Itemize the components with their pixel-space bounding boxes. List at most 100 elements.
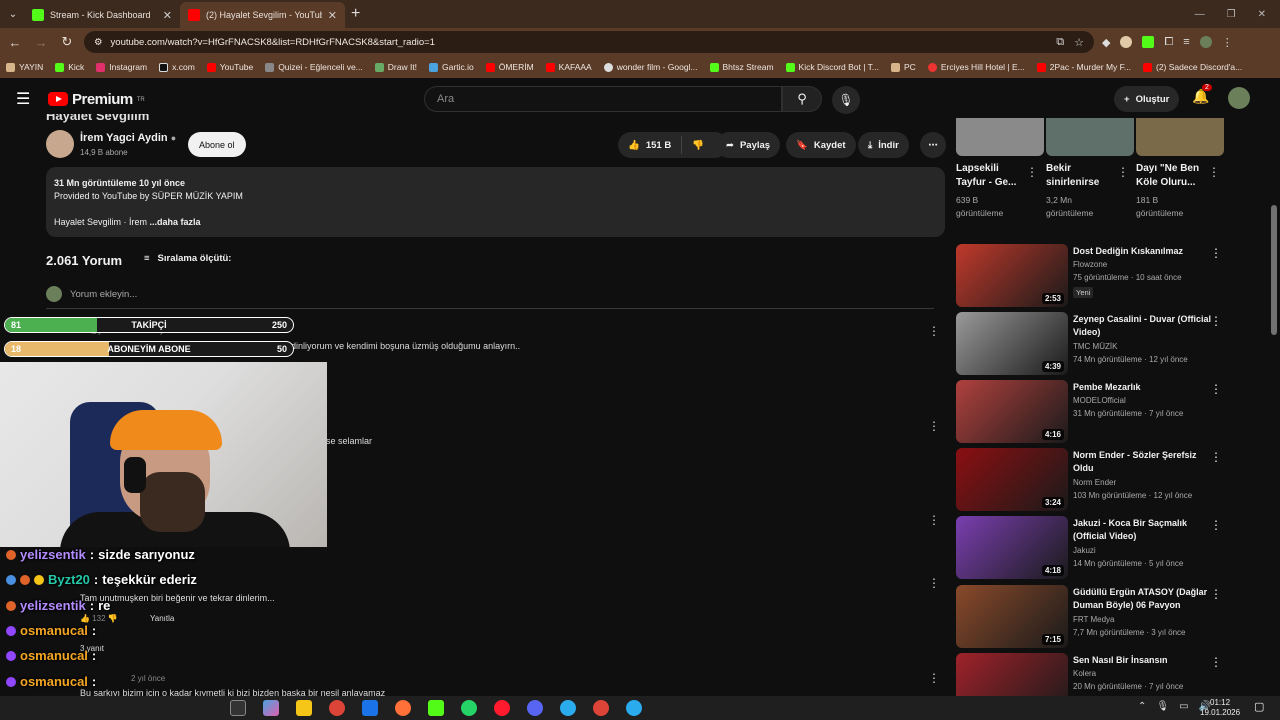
cast-icon[interactable]: ⧉	[1056, 36, 1064, 49]
maximize-icon[interactable]: ❐	[1227, 9, 1236, 20]
opera-icon[interactable]	[494, 700, 510, 716]
bookmark-item[interactable]: wonder film - Googl...	[603, 62, 698, 72]
channel-name[interactable]: İrem Yagci Aydin ●	[80, 132, 176, 144]
recommended-video[interactable]: 4:18 Jakuzi - Koca Bir Saçmalık (Official…	[956, 516, 1226, 580]
tab-search-icon[interactable]: ⌄	[2, 3, 24, 25]
bookmark-item[interactable]: (2) Sadece Discord'a...	[1143, 62, 1242, 72]
profile-avatar[interactable]	[1199, 36, 1212, 48]
video-more-icon[interactable]: ⋮	[1210, 246, 1222, 260]
outlook-icon[interactable]	[362, 700, 378, 716]
more-actions-button[interactable]: ⋯	[920, 132, 946, 158]
forward-icon[interactable]: →	[32, 35, 50, 50]
thumbs-up-icon[interactable]: 👍	[80, 614, 90, 623]
bookmark-item[interactable]: Instagram	[96, 62, 147, 72]
recommended-video[interactable]: 7:15 Güdüllü Ergün ATASOY (Dağlar Duman B…	[956, 585, 1226, 649]
channel-avatar[interactable]	[46, 130, 74, 158]
kick-app-icon[interactable]	[428, 700, 444, 716]
clock[interactable]: 01:12 19.01.2026	[1200, 698, 1240, 718]
network-icon[interactable]: ▭	[1179, 701, 1188, 712]
microphone-icon[interactable]: 🎙	[832, 86, 860, 114]
notification-center-icon[interactable]: ▢	[1254, 700, 1264, 713]
comment-more-icon[interactable]: ⋮	[928, 419, 940, 433]
description-box[interactable]: 31 Mn görüntüleme 10 yıl önce Provided t…	[46, 167, 945, 237]
recommended-video[interactable]: 2:53 Dost Dediğin Kıskanılmaz Flowzone 75 g…	[956, 244, 1226, 308]
close-window-icon[interactable]: ✕	[1258, 9, 1266, 20]
video-channel[interactable]: FRT Medya	[1073, 615, 1115, 624]
add-comment-field[interactable]: Yorum ekleyin...	[46, 286, 934, 309]
chrome-icon[interactable]	[329, 700, 345, 716]
account-avatar[interactable]	[1228, 87, 1250, 109]
tab-kick-dashboard[interactable]: Stream - Kick Dashboard ✕	[24, 2, 180, 28]
extension-icon[interactable]: ◆	[1102, 36, 1110, 49]
bookmark-item[interactable]: Erciyes Hill Hotel | E...	[927, 62, 1025, 72]
discord-icon[interactable]	[527, 700, 543, 716]
microphone-icon[interactable]: 🎙	[1156, 701, 1169, 712]
video-more-icon[interactable]: ⋮	[1026, 165, 1038, 179]
like-button[interactable]: 👍 151 B	[618, 136, 683, 154]
address-bar[interactable]: ⚙ youtube.com/watch?v=HfGrFNACSK8&list=R…	[84, 31, 1094, 53]
download-button[interactable]: ⤓ İndir	[858, 132, 909, 158]
bookmark-item[interactable]: PC	[891, 62, 916, 72]
video-more-icon[interactable]: ⋮	[1210, 450, 1222, 464]
bookmark-item[interactable]: Bhtsz Stream	[709, 62, 774, 72]
save-button[interactable]: 🔖 Kaydet	[786, 132, 856, 158]
recommended-video[interactable]: 3:24 Norm Ender - Sözler Şerefsiz Oldu Nor…	[956, 448, 1226, 512]
subscribe-button[interactable]: Abone ol	[188, 132, 246, 157]
bookmark-item[interactable]: YAYIN	[6, 62, 43, 72]
copilot-icon[interactable]	[263, 700, 279, 716]
youtube-premium-logo[interactable]: Premium TR	[48, 91, 145, 108]
video-channel[interactable]: Flowzone	[1073, 260, 1107, 269]
recommended-video[interactable]: 4:16 Pembe Mezarlık MODELOfficial 31 Mn gör…	[956, 380, 1226, 444]
chevron-up-icon[interactable]: ⌃	[1138, 701, 1146, 712]
file-explorer-icon[interactable]	[296, 700, 312, 716]
share-button[interactable]: ➦ Paylaş	[716, 132, 781, 158]
video-more-icon[interactable]: ⋮	[1210, 518, 1222, 532]
video-more-icon[interactable]: ⋮	[1210, 655, 1222, 669]
firefox-icon[interactable]	[395, 700, 411, 716]
close-tab-icon[interactable]: ✕	[163, 9, 172, 22]
comment-more-icon[interactable]: ⋮	[928, 324, 940, 338]
site-info-icon[interactable]: ⚙	[94, 37, 103, 48]
video-channel[interactable]: Kolera	[1073, 669, 1096, 678]
recommended-video[interactable]: 4:39 Zeynep Casalini - Duvar (Official Vi…	[956, 312, 1226, 376]
whatsapp-icon[interactable]	[461, 700, 477, 716]
notifications-bell-icon[interactable]: 🔔 2	[1192, 84, 1212, 105]
sort-button[interactable]: ≡ Sıralama ölçütü:	[144, 253, 231, 264]
search-input[interactable]: Ara	[424, 86, 782, 112]
new-tab-icon[interactable]: +	[351, 5, 360, 23]
video-channel[interactable]: Norm Ender	[1073, 478, 1116, 487]
search-icon[interactable]: ⚲	[782, 86, 822, 112]
tab-youtube[interactable]: (2) Hayalet Sevgilim - YouTube ✕	[180, 2, 345, 28]
video-channel[interactable]: MODELOfficial	[1073, 396, 1126, 405]
close-tab-icon[interactable]: ✕	[328, 9, 337, 22]
video-more-icon[interactable]: ⋮	[1208, 165, 1220, 179]
create-button[interactable]: + Oluştur	[1114, 86, 1180, 112]
dislike-button[interactable]: 👎	[682, 140, 714, 151]
telegram-icon[interactable]	[560, 700, 576, 716]
video-more-icon[interactable]: ⋮	[1210, 314, 1222, 328]
bookmark-item[interactable]: Kick Discord Bot | T...	[785, 62, 879, 72]
bookmark-star-icon[interactable]: ☆	[1074, 36, 1084, 49]
thumbs-down-icon[interactable]: 👎	[108, 614, 118, 623]
comment-more-icon[interactable]: ⋮	[928, 671, 940, 685]
bookmark-item[interactable]: Draw It!	[374, 62, 417, 72]
reply-button[interactable]: Yanıtla	[150, 614, 174, 623]
puzzle-icon[interactable]: ⧠	[1164, 36, 1173, 49]
bookmark-item[interactable]: Kick	[55, 62, 84, 72]
video-channel[interactable]: Jakuzi	[1073, 546, 1096, 555]
reload-icon[interactable]: ↻	[58, 34, 76, 50]
comment-more-icon[interactable]: ⋮	[928, 513, 940, 527]
extension-icon[interactable]	[1142, 36, 1155, 48]
extension-icon[interactable]	[1120, 36, 1133, 48]
bookmark-item[interactable]: ÖMERİM	[485, 62, 534, 72]
video-more-icon[interactable]: ⋮	[1210, 587, 1222, 601]
video-more-icon[interactable]: ⋮	[1210, 382, 1222, 396]
show-more-link[interactable]: ...daha fazla	[150, 217, 201, 227]
bookmark-item[interactable]: YouTube	[206, 62, 253, 72]
bookmark-item[interactable]: Quizei - Eğlenceli ve...	[265, 62, 363, 72]
bookmark-item[interactable]: 2Pac - Murder My F...	[1036, 62, 1131, 72]
more-menu-icon[interactable]: ⋮	[1222, 36, 1233, 49]
bookmark-item[interactable]: Gartic.io	[429, 62, 474, 72]
comment-more-icon[interactable]: ⋮	[928, 576, 940, 590]
task-view-icon[interactable]	[230, 700, 246, 716]
